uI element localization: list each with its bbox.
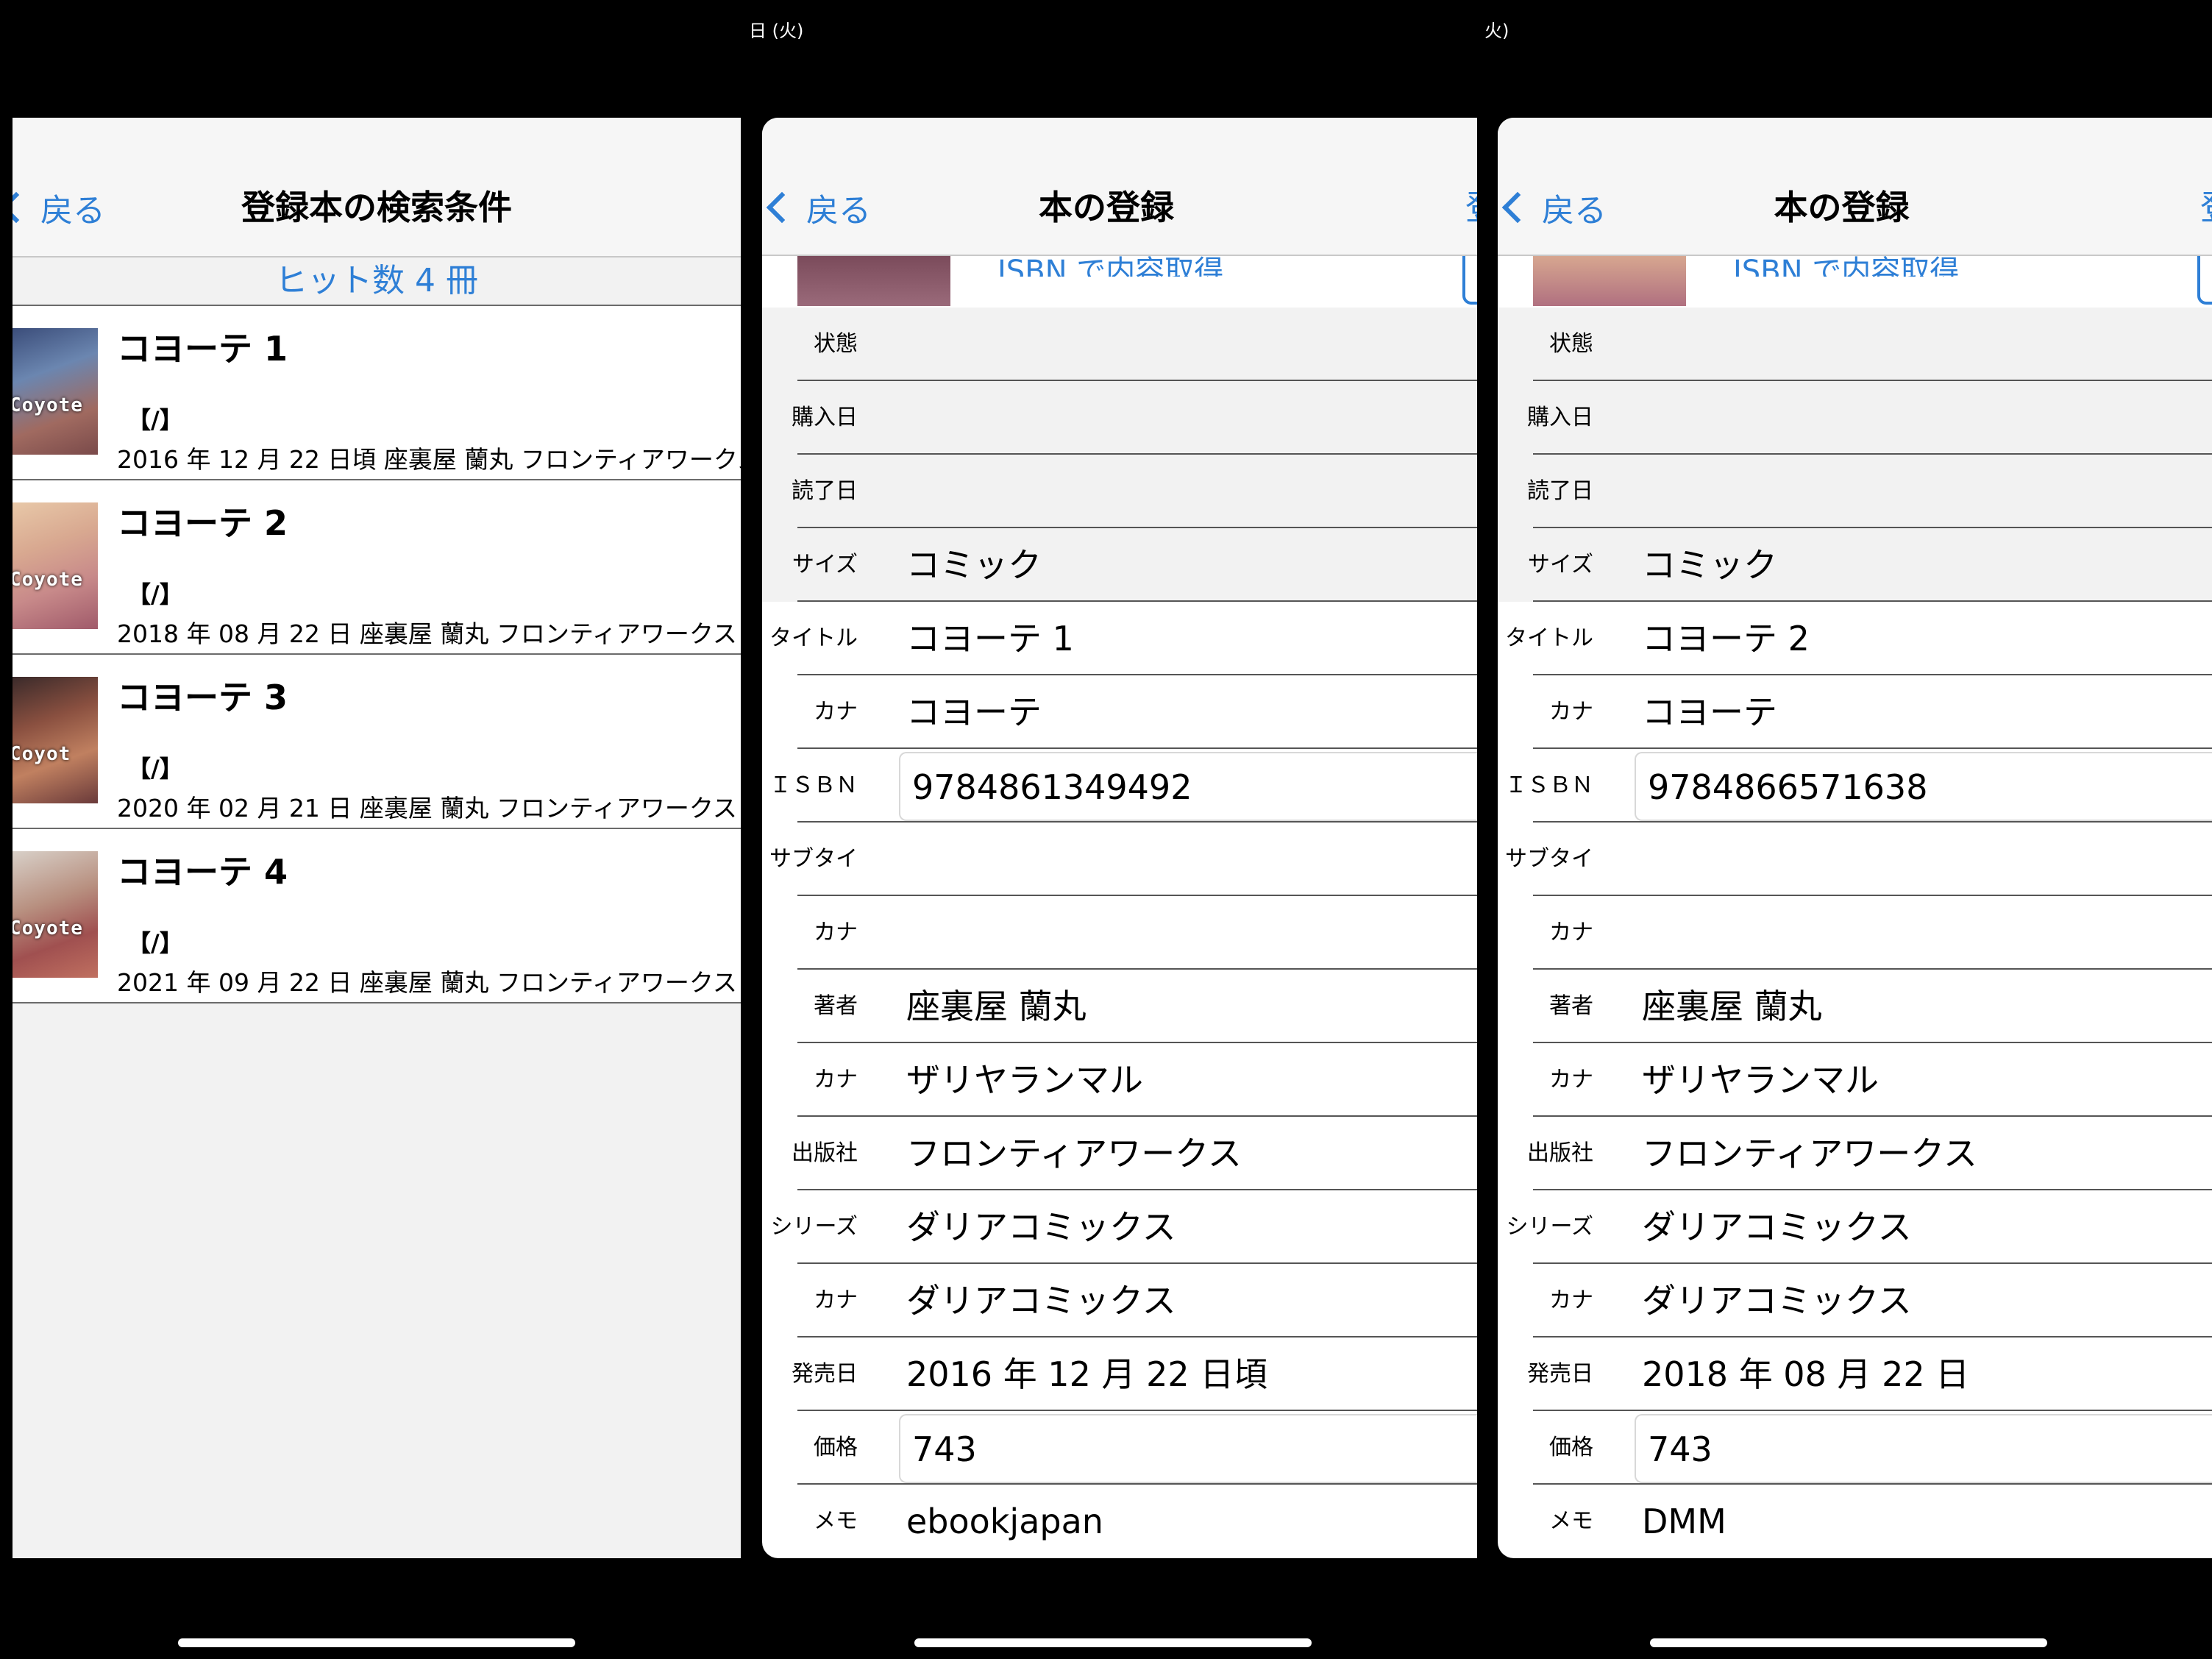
book-cover-image: Coyote: [13, 502, 98, 629]
book-title: コヨーテ 4: [117, 852, 288, 892]
field-purchase-date[interactable]: 購入日: [762, 381, 1477, 455]
book-title: コヨーテ 2: [117, 503, 288, 543]
field-size[interactable]: サイズ コミック: [762, 528, 1477, 602]
field-purchase-date[interactable]: 購入日: [1498, 381, 2212, 455]
register-button[interactable]: 登: [1465, 185, 1477, 230]
book-title: コヨーテ 3: [117, 678, 288, 717]
search-results-panel: 戻る 登録本の検索条件 ヒット数 4 冊 Coyote コヨーテ 1 【/】 2…: [13, 0, 741, 1659]
field-title-kana[interactable]: カナ コヨーテ: [1498, 675, 2212, 749]
field-publisher[interactable]: 出版社 フロンティアワークス: [762, 1117, 1477, 1190]
home-indicator[interactable]: [178, 1638, 575, 1647]
field-read-date[interactable]: 読了日: [762, 455, 1477, 528]
price-input[interactable]: 743: [1635, 1414, 2212, 1483]
field-size[interactable]: サイズ コミック: [1498, 528, 2212, 602]
field-status[interactable]: 状態: [1498, 308, 2212, 381]
list-item[interactable]: Coyote コヨーテ 4 【/】 2021 年 09 月 22 日 座裏屋 蘭…: [13, 829, 741, 1003]
field-publisher[interactable]: 出版社 フロンティアワークス: [1498, 1117, 2212, 1190]
field-isbn[interactable]: ＩＳＢＮ 9784861349492: [762, 749, 1477, 823]
home-indicator[interactable]: [914, 1638, 1312, 1647]
book-detail-panel-2: 火) ISBN で内容取得 戻る 本の登録 登 状態 購入日 読了日 サイズコミ…: [1484, 0, 2212, 1659]
field-author[interactable]: 著者 座裏屋 蘭丸: [1498, 970, 2212, 1043]
field-series-kana[interactable]: カナ ダリアコミックス: [1498, 1264, 2212, 1337]
book-cover-image: Coyote: [13, 328, 98, 455]
field-author-kana[interactable]: カナ ザリヤランマル: [762, 1043, 1477, 1117]
field-subtitle-kana[interactable]: カナ: [762, 896, 1477, 970]
field-title-kana[interactable]: カナ コヨーテ: [762, 675, 1477, 749]
field-author[interactable]: 著者 座裏屋 蘭丸: [762, 970, 1477, 1043]
navigation-bar: 戻る 本の登録 登: [1498, 118, 2212, 256]
book-subtitle: 【/】: [127, 755, 183, 783]
field-subtitle-kana[interactable]: カナ: [1498, 896, 2212, 970]
isbn-input[interactable]: 9784861349492: [899, 752, 1477, 821]
field-status[interactable]: 状態: [762, 308, 1477, 381]
field-price[interactable]: 価格 743: [1498, 1411, 2212, 1485]
book-subtitle: 【/】: [127, 580, 183, 608]
book-cover-image: [1533, 255, 1686, 306]
book-cover-image: Coyot: [13, 677, 98, 803]
book-info: 2016 年 12 月 22 日頃 座裏屋 蘭丸 フロンティアワークス: [117, 445, 741, 474]
book-detail-screen: ISBN で内容取得 戻る 本の登録 登 状態 購入日 読了日 サイズコミック …: [1498, 118, 2212, 1558]
book-info: 2021 年 09 月 22 日 座裏屋 蘭丸 フロンティアワークス: [117, 968, 737, 997]
field-series[interactable]: シリーズ ダリアコミックス: [762, 1190, 1477, 1264]
field-title[interactable]: タイトル コヨーテ 1: [762, 602, 1477, 675]
field-series-kana[interactable]: カナ ダリアコミックス: [762, 1264, 1477, 1337]
field-subtitle[interactable]: サブタイ: [1498, 823, 2212, 896]
field-isbn[interactable]: ＩＳＢＮ 9784866571638: [1498, 749, 2212, 823]
book-detail-panel-1: 日 (火) ISBN で内容取得 戻る 本の登録 登 状態 購入日 読了日 サイ…: [749, 0, 1477, 1659]
barcode-scan-icon[interactable]: [2197, 250, 2212, 305]
book-detail-screen: ISBN で内容取得 戻る 本の登録 登 状態 購入日 読了日 サイズコミック …: [762, 118, 1477, 1558]
book-title: コヨーテ 1: [117, 329, 288, 369]
navigation-bar: 戻る 登録本の検索条件: [13, 118, 741, 257]
field-read-date[interactable]: 読了日: [1498, 455, 2212, 528]
list-item[interactable]: Coyot コヨーテ 3 【/】 2020 年 02 月 21 日 座裏屋 蘭丸…: [13, 655, 741, 829]
page-title: 本の登録: [1774, 188, 1910, 227]
field-series[interactable]: シリーズ ダリアコミックス: [1498, 1190, 2212, 1264]
navigation-bar: 戻る 本の登録 登: [762, 118, 1477, 256]
status-bar-date: 火): [1484, 21, 1509, 41]
list-item[interactable]: Coyote コヨーテ 1 【/】 2016 年 12 月 22 日頃 座裏屋 …: [13, 306, 741, 480]
page-title: 本の登録: [1039, 188, 1174, 227]
isbn-input[interactable]: 9784866571638: [1635, 752, 2212, 821]
field-price[interactable]: 価格 743: [762, 1411, 1477, 1485]
book-subtitle: 【/】: [127, 406, 183, 434]
field-title[interactable]: タイトル コヨーテ 2: [1498, 602, 2212, 675]
register-button[interactable]: 登: [2200, 185, 2212, 230]
price-input[interactable]: 743: [899, 1414, 1477, 1483]
barcode-scan-icon[interactable]: [1462, 250, 1477, 305]
book-info: 2018 年 08 月 22 日 座裏屋 蘭丸 フロンティアワークス: [117, 619, 737, 648]
page-title: 登録本の検索条件: [241, 188, 512, 227]
hit-count-button[interactable]: ヒット数 4 冊: [13, 257, 741, 306]
field-release-date[interactable]: 発売日 2016 年 12 月 22 日頃: [762, 1337, 1477, 1411]
field-release-date[interactable]: 発売日 2018 年 08 月 22 日: [1498, 1337, 2212, 1411]
list-item[interactable]: Coyote コヨーテ 2 【/】 2018 年 08 月 22 日 座裏屋 蘭…: [13, 480, 741, 655]
status-bar-date: 日 (火): [749, 21, 804, 41]
book-cover-image: [797, 255, 950, 306]
search-results-screen: 戻る 登録本の検索条件 ヒット数 4 冊 Coyote コヨーテ 1 【/】 2…: [13, 118, 741, 1558]
home-indicator[interactable]: [1649, 1638, 2047, 1647]
field-subtitle[interactable]: サブタイ: [762, 823, 1477, 896]
book-cover-image: Coyote: [13, 851, 98, 978]
book-info: 2020 年 02 月 21 日 座裏屋 蘭丸 フロンティアワークス: [117, 794, 737, 823]
field-memo[interactable]: メモ ebookjapan: [762, 1485, 1477, 1558]
field-author-kana[interactable]: カナ ザリヤランマル: [1498, 1043, 2212, 1117]
book-subtitle: 【/】: [127, 929, 183, 957]
field-memo[interactable]: メモ DMM: [1498, 1485, 2212, 1558]
